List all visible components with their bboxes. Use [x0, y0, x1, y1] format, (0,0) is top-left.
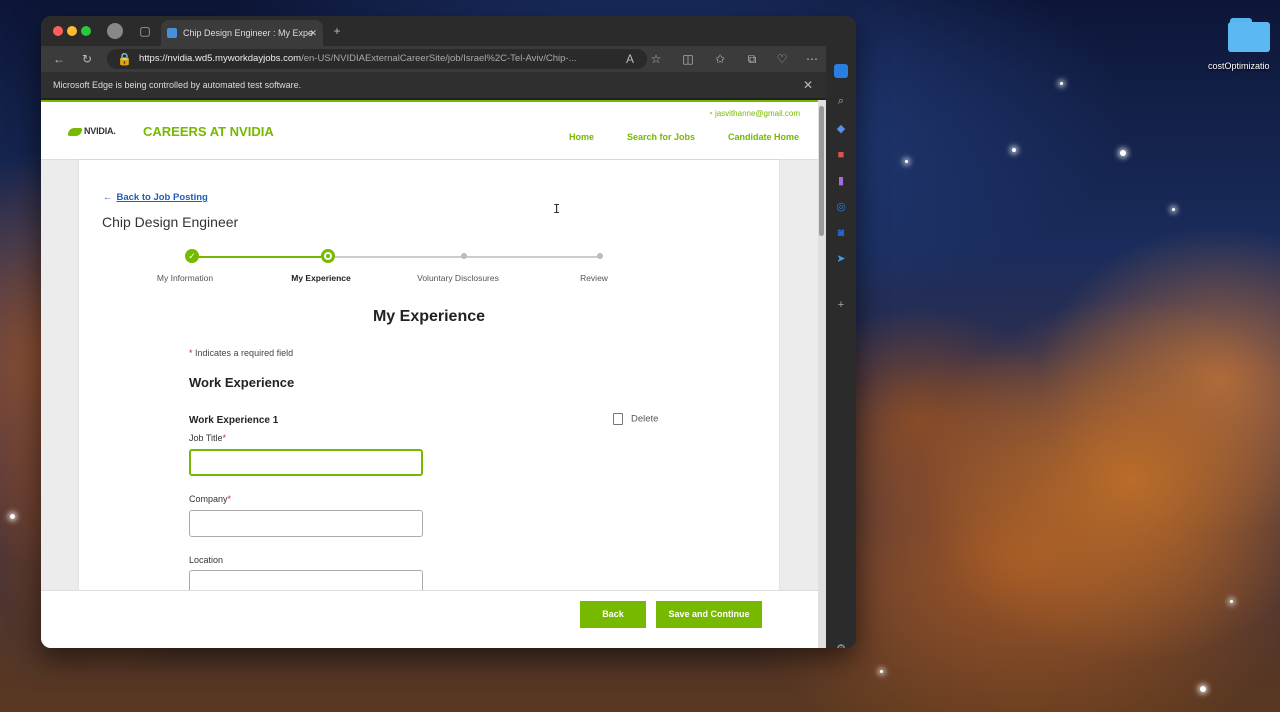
job-title-label: Job Title*: [189, 433, 227, 443]
profile-avatar[interactable]: [107, 23, 123, 39]
star: [1200, 686, 1206, 692]
nvidia-logo[interactable]: NVIDIA.: [68, 126, 116, 136]
automation-infobar: Microsoft Edge is being controlled by au…: [41, 72, 856, 98]
page-scrollbar[interactable]: [818, 100, 826, 648]
m365-icon[interactable]: ◎: [834, 200, 848, 214]
step-pending-dot: [597, 253, 603, 259]
step-label-my-experience: My Experience: [291, 273, 351, 283]
favorite-star-icon[interactable]: ☆: [649, 51, 663, 67]
more-menu-icon[interactable]: ⋯: [805, 51, 819, 67]
web-page: NVIDIA. CAREERS AT NVIDIA ◔ jasvithanne@…: [41, 100, 818, 648]
user-email[interactable]: ◔ jasvithanne@gmail.com: [708, 109, 800, 118]
close-window-button[interactable]: [53, 26, 63, 36]
tab-title: Chip Design Engineer : My Expe: [183, 28, 314, 38]
nav-search-jobs[interactable]: Search for Jobs: [627, 132, 695, 142]
nav-candidate-home[interactable]: Candidate Home: [728, 132, 799, 142]
close-infobar-icon[interactable]: ✕: [801, 77, 815, 93]
add-sidebar-app-icon[interactable]: +: [834, 298, 848, 312]
progress-stepper: ✓ My Information My Experience Voluntary…: [157, 249, 653, 289]
scrollbar-thumb[interactable]: [819, 106, 824, 236]
step-label-my-information: My Information: [156, 273, 214, 283]
location-label: Location: [189, 555, 224, 565]
required-note: * Indicates a required field: [189, 348, 294, 358]
company-label: Company*: [189, 494, 232, 504]
star: [1172, 208, 1175, 211]
games-icon[interactable]: ▮: [834, 174, 848, 188]
split-screen-icon[interactable]: ◫: [681, 51, 695, 67]
folder-icon[interactable]: [1228, 18, 1272, 52]
new-tab-icon[interactable]: +: [329, 23, 345, 39]
favorites-icon[interactable]: ✩: [713, 51, 727, 67]
edge-sidebar: ⌕ ◆ ■ ▮ ◎ ◙ ➤ + ⚙: [826, 46, 856, 648]
tab-bar: ▢ Chip Design Engineer : My Expe ✕ +: [41, 16, 856, 46]
tag-icon[interactable]: ◆: [834, 122, 848, 136]
star: [1230, 600, 1233, 603]
settings-gear-icon[interactable]: ⚙: [834, 642, 848, 648]
step-current-indicator: [321, 249, 335, 263]
url-path: /en-US/NVIDIAExternalCareerSite/job/Isra…: [301, 53, 577, 64]
careers-title[interactable]: CAREERS AT NVIDIA: [143, 124, 274, 139]
text-cursor-icon: I: [553, 202, 561, 216]
star: [1060, 82, 1063, 85]
address-bar-row: ← ↻ 🔒 https://nvidia.wd5.myworkdayjobs.c…: [41, 46, 856, 72]
close-tab-icon[interactable]: ✕: [309, 20, 317, 46]
step-label-voluntary-disclosures: Voluntary Disclosures: [417, 273, 499, 283]
job-title-input[interactable]: [189, 449, 423, 476]
application-form-card: ← Back to Job Posting Chip Design Enginee…: [79, 160, 779, 648]
url-host: https://nvidia.wd5.myworkdayjobs.com: [139, 53, 302, 64]
url-field[interactable]: 🔒 https://nvidia.wd5.myworkdayjobs.com/e…: [107, 49, 647, 69]
star: [1012, 148, 1016, 152]
step-label-review: Review: [580, 273, 608, 283]
lock-icon: 🔒: [117, 52, 132, 66]
section-title: My Experience: [372, 308, 486, 325]
maximize-window-button[interactable]: [81, 26, 91, 36]
back-to-job-posting-link[interactable]: ← Back to Job Posting: [103, 192, 208, 203]
read-aloud-icon[interactable]: A: [623, 51, 637, 67]
nav-home[interactable]: Home: [569, 132, 594, 142]
company-input[interactable]: [189, 510, 423, 537]
star: [10, 514, 15, 519]
work-experience-item-heading: Work Experience 1: [189, 415, 279, 426]
form-footer: Back Save and Continue: [41, 590, 818, 648]
nvidia-eye-icon: [68, 127, 82, 136]
delete-button[interactable]: Delete: [613, 413, 658, 425]
tab-actions-icon[interactable]: ▢: [137, 23, 153, 39]
shopping-icon[interactable]: ■: [834, 148, 848, 162]
refresh-icon[interactable]: ↻: [79, 51, 95, 67]
job-title: Chip Design Engineer: [102, 214, 239, 230]
copilot-icon[interactable]: [834, 64, 848, 78]
step-done-check-icon: ✓: [185, 249, 199, 263]
browser-window: ▢ Chip Design Engineer : My Expe ✕ + ← ↻…: [41, 16, 856, 648]
back-button[interactable]: Back: [580, 601, 646, 628]
work-experience-heading: Work Experience: [189, 375, 295, 390]
save-and-continue-button[interactable]: Save and Continue: [656, 601, 762, 628]
minimize-window-button[interactable]: [67, 26, 77, 36]
extensions-icon[interactable]: ♡: [775, 51, 789, 67]
trash-icon: [613, 413, 623, 425]
tab-favicon-icon: [167, 28, 177, 38]
star: [880, 670, 883, 673]
active-tab[interactable]: Chip Design Engineer : My Expe ✕: [161, 20, 323, 46]
outlook-icon[interactable]: ◙: [834, 226, 848, 240]
desktop-folder-label[interactable]: costOptimizatio: [1208, 61, 1270, 71]
star: [905, 160, 908, 163]
infobar-text: Microsoft Edge is being controlled by au…: [53, 80, 302, 90]
search-icon[interactable]: ⌕: [834, 94, 848, 108]
arrow-left-icon: ←: [103, 192, 113, 203]
site-header: NVIDIA. CAREERS AT NVIDIA ◔ jasvithanne@…: [41, 102, 818, 160]
send-icon[interactable]: ➤: [834, 252, 848, 266]
collections-icon[interactable]: ⧉: [745, 51, 759, 67]
star: [1120, 150, 1126, 156]
step-pending-dot: [461, 253, 467, 259]
back-nav-icon[interactable]: ←: [51, 51, 67, 67]
